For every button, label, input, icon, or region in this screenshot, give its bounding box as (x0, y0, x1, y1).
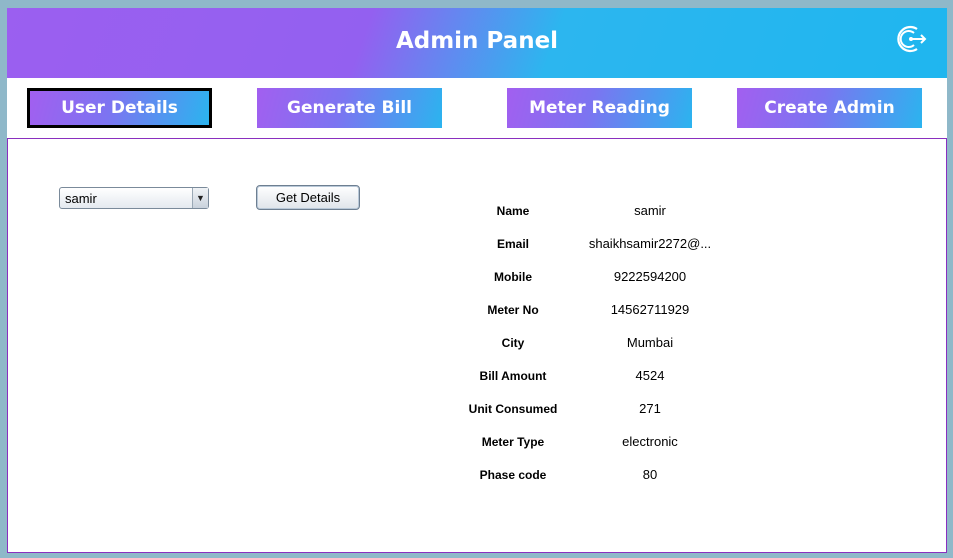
meter-no-label: Meter No (487, 303, 539, 317)
meter-no-value: 14562711929 (610, 302, 690, 317)
logout-icon[interactable] (894, 22, 928, 56)
phase-code-label: Phase code (479, 468, 547, 482)
city-label: City (501, 336, 525, 350)
email-value: shaikhsamir2272@... (588, 236, 712, 251)
get-details-button[interactable]: Get Details (256, 185, 360, 210)
phase-code-value: 80 (642, 467, 658, 482)
app-window: Admin Panel User Details Generate Bill M… (7, 8, 947, 553)
bill-amount-label: Bill Amount (479, 369, 547, 383)
name-label: Name (496, 204, 530, 218)
unit-consumed-label: Unit Consumed (468, 402, 558, 416)
header-bar: Admin Panel (7, 8, 947, 78)
name-value: samir (634, 203, 666, 218)
bill-amount-value: 4524 (635, 368, 665, 383)
email-label: Email (496, 237, 529, 251)
user-select-value: samir (65, 191, 97, 206)
unit-consumed-value: 271 (639, 401, 661, 416)
user-select[interactable]: samir ▼ (59, 187, 209, 209)
chevron-down-icon[interactable]: ▼ (192, 188, 208, 208)
page-title: Admin Panel (395, 28, 559, 54)
tab-create-admin[interactable]: Create Admin (737, 88, 922, 128)
tab-user-details[interactable]: User Details (27, 88, 212, 128)
mobile-value: 9222594200 (613, 269, 687, 284)
tab-meter-reading[interactable]: Meter Reading (507, 88, 692, 128)
mobile-label: Mobile (494, 270, 532, 284)
meter-type-label: Meter Type (481, 435, 545, 449)
meter-type-value: electronic (622, 434, 678, 449)
user-details-panel: samir ▼ Get Details Name samir Email sha… (7, 138, 947, 553)
tab-generate-bill[interactable]: Generate Bill (257, 88, 442, 128)
city-value: Mumbai (626, 335, 674, 350)
